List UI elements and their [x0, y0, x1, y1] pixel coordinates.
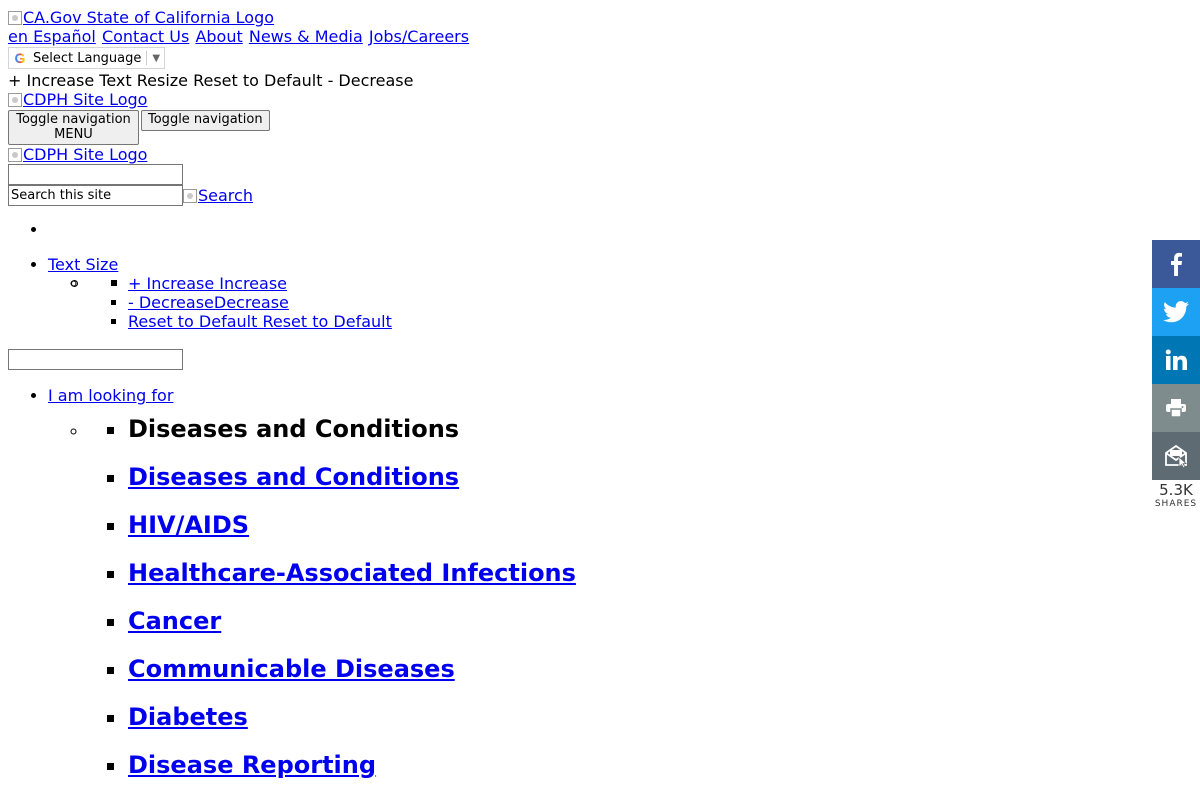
google-g-icon: G	[12, 49, 28, 68]
search-input[interactable]: Search this site	[8, 185, 183, 206]
link-diseases-and-conditions[interactable]: Diseases and Conditions	[128, 463, 459, 491]
broken-image-icon	[8, 93, 22, 107]
text-resize-controls: + Increase Text Resize Reset to Default …	[8, 71, 414, 90]
broken-image-icon	[8, 148, 22, 162]
nav-toggle-group: Toggle navigation MENU Toggle navigation	[8, 110, 1138, 145]
link-hiv-aids[interactable]: HIV/AIDS	[128, 511, 249, 539]
list-item: Communicable Diseases	[128, 655, 1138, 683]
reset-text-link[interactable]: Reset to Default Reset to Default	[128, 312, 392, 331]
list-item: Healthcare-Associated Infections	[128, 559, 1138, 587]
toggle-navigation-button[interactable]: Toggle navigation	[141, 110, 270, 131]
cdph-site-logo-secondary[interactable]: CDPH Site Logo	[8, 145, 147, 164]
list-item-empty	[48, 220, 1138, 239]
text-size-link[interactable]: Text Size	[48, 255, 118, 274]
toggle-navigation-menu-button[interactable]: Toggle navigation MENU	[8, 110, 139, 145]
looking-for-link[interactable]: I am looking for	[48, 386, 173, 405]
blank-input[interactable]	[8, 349, 183, 370]
linkedin-icon	[1165, 349, 1187, 370]
decrease-text-link[interactable]: - DecreaseDecrease	[128, 293, 289, 312]
list-item: Disease Reporting	[128, 751, 1138, 779]
text-size-menu: Text Size + Increase Increase - Decrease…	[48, 255, 1138, 331]
link-cancer[interactable]: Cancer	[128, 607, 221, 635]
circle-bullet-icon	[71, 280, 78, 287]
print-icon	[1166, 399, 1186, 417]
search-button[interactable]: Search	[183, 186, 253, 205]
utility-nav-list: Text Size + Increase Increase - Decrease…	[8, 220, 1138, 331]
language-select[interactable]: G Select Language ▼	[8, 47, 166, 69]
list-item: Diseases and Conditions	[128, 463, 1138, 491]
list-item: Cancer	[128, 607, 1138, 635]
text-size-options: + Increase Increase - DecreaseDecrease R…	[71, 274, 1138, 331]
looking-for-heading: Diseases and Conditions	[128, 415, 1138, 443]
square-bullet-icon	[111, 280, 117, 286]
link-news-media[interactable]: News & Media	[249, 27, 363, 46]
twitter-icon	[1163, 301, 1189, 323]
dropdown-arrow-icon: ▼	[152, 52, 161, 64]
email-share-button[interactable]	[1152, 432, 1200, 480]
linkedin-share-button[interactable]	[1152, 336, 1200, 384]
page: CA.Gov State of California Logo en Españ…	[8, 8, 1138, 779]
cdph-site-logo[interactable]: CDPH Site Logo	[8, 90, 147, 109]
link-en-espanol[interactable]: en Español	[8, 27, 96, 46]
link-disease-reporting[interactable]: Disease Reporting	[128, 751, 376, 779]
list-item: Diabetes	[128, 703, 1138, 731]
link-diabetes[interactable]: Diabetes	[128, 703, 248, 731]
twitter-share-button[interactable]	[1152, 288, 1200, 336]
facebook-icon	[1171, 252, 1182, 276]
share-count: 5.3K	[1159, 481, 1193, 499]
link-communicable-diseases[interactable]: Communicable Diseases	[128, 655, 455, 683]
search-icon	[183, 189, 197, 203]
link-about[interactable]: About	[195, 27, 242, 46]
ca-gov-logo[interactable]: CA.Gov State of California Logo	[8, 8, 274, 27]
social-share-bar: 5.3K SHARES	[1152, 240, 1200, 510]
divider	[146, 51, 148, 65]
increase-text-link[interactable]: + Increase Increase	[128, 274, 287, 293]
link-healthcare-associated-infections[interactable]: Healthcare-Associated Infections	[128, 559, 576, 587]
broken-image-icon	[8, 11, 22, 25]
link-jobs-careers[interactable]: Jobs/Careers	[369, 27, 469, 46]
print-button[interactable]	[1152, 384, 1200, 432]
looking-for-nav: I am looking for Diseases and Conditions…	[8, 386, 1138, 779]
utility-links: en Español Contact Us About News & Media…	[8, 27, 1138, 46]
looking-for-list: Diseases and Conditions Diseases and Con…	[88, 415, 1138, 779]
email-icon	[1165, 444, 1187, 468]
link-contact-us[interactable]: Contact Us	[102, 27, 189, 46]
facebook-share-button[interactable]	[1152, 240, 1200, 288]
share-label: SHARES	[1154, 499, 1198, 509]
site-search: Search this site Search	[8, 185, 1138, 206]
list-item: HIV/AIDS	[128, 511, 1138, 539]
language-select-label: Select Language	[33, 50, 142, 66]
hidden-text-input[interactable]	[8, 164, 183, 185]
